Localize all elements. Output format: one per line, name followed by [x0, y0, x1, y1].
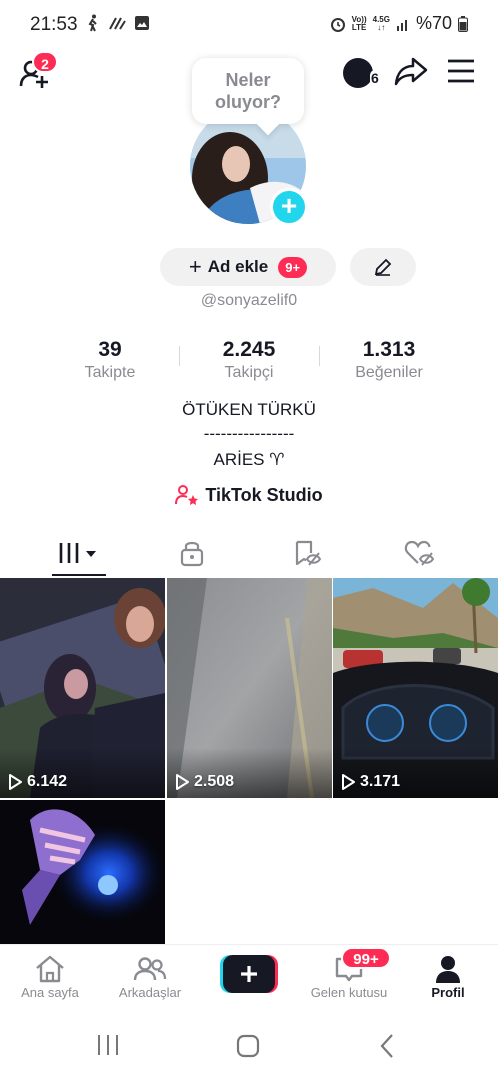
share-icon: [394, 57, 428, 86]
nav-friends[interactable]: Arkadaşlar: [100, 953, 200, 1000]
grid-videos-icon: [59, 543, 96, 563]
video-thumbnail-image: [0, 578, 165, 798]
now-count: 6: [370, 70, 380, 86]
home-icon: [36, 955, 64, 983]
bottom-navigation: Ana sayfa Arkadaşlar Gelen kutusu 99+ Pr…: [0, 944, 498, 1010]
back-chevron-icon: [380, 1034, 393, 1058]
alarm-icon: [330, 17, 345, 32]
nav-profile[interactable]: Profil: [398, 953, 498, 1000]
stat-followers[interactable]: 2.245 Takipçi: [179, 338, 319, 382]
back-button[interactable]: [378, 1033, 396, 1064]
tab-reposts[interactable]: [246, 530, 370, 576]
status-bar: 21:53 Vo)) LTE 4.5G ↓↑ %70: [0, 0, 498, 48]
inbox-badge: 99+: [341, 947, 391, 969]
friend-requests-badge: 2: [32, 51, 58, 73]
home-system-button[interactable]: [236, 1034, 260, 1063]
tiktok-studio-link[interactable]: TikTok Studio: [0, 484, 498, 506]
status-bubble[interactable]: Neler oluyor?: [192, 58, 304, 124]
friends-icon: [133, 957, 167, 981]
signal-icon: [396, 19, 407, 31]
video-thumbnail[interactable]: 6.142: [0, 578, 165, 798]
video-thumbnail-image: [333, 578, 498, 798]
bio-line: ARİES ♈: [213, 450, 285, 469]
battery-percent: %70: [415, 13, 452, 33]
wifi-calling-icon: [109, 17, 126, 30]
create-button[interactable]: [220, 955, 278, 993]
now-button[interactable]: 6: [342, 56, 380, 95]
video-thumbnail[interactable]: [0, 800, 165, 946]
gallery-icon: [135, 16, 149, 30]
add-name-badge: 9+: [278, 256, 308, 278]
view-count: 6.142: [8, 773, 67, 791]
bio-line: ÖTÜKEN TÜRKÜ: [182, 400, 316, 419]
plus-icon: +: [188, 254, 202, 279]
share-button[interactable]: [394, 56, 428, 91]
system-navigation: [0, 1018, 498, 1078]
view-count: 2.508: [175, 773, 234, 791]
nav-home[interactable]: Ana sayfa: [0, 953, 100, 1000]
video-thumbnail-image: [0, 800, 165, 946]
hamburger-menu-icon: [448, 59, 474, 83]
stat-likes[interactable]: 1.313 Beğeniler: [319, 338, 459, 382]
lock-icon: [180, 541, 204, 567]
tab-active-indicator: [52, 574, 106, 576]
add-avatar-button[interactable]: +: [270, 188, 308, 226]
status-time: 21:53: [30, 14, 78, 35]
menu-button[interactable]: [446, 58, 476, 89]
bookmark-hidden-icon: [295, 540, 322, 566]
tab-private[interactable]: [130, 530, 254, 576]
view-count: 3.171: [341, 773, 400, 791]
play-icon: [342, 774, 355, 790]
play-icon: [176, 774, 189, 790]
home-square-icon: [236, 1034, 260, 1058]
add-friend-button[interactable]: 2: [18, 51, 58, 95]
username: @sonyazelif0: [200, 292, 298, 309]
video-thumbnail[interactable]: 2.508: [167, 578, 332, 798]
stat-following[interactable]: 39 Takipte: [40, 338, 180, 382]
play-icon: [9, 774, 22, 790]
profile-tabs: [0, 530, 498, 576]
video-thumbnail[interactable]: 3.171: [333, 578, 498, 798]
nav-inbox[interactable]: Gelen kutusu 99+: [299, 947, 399, 1000]
video-thumbnail-image: [167, 578, 332, 798]
edit-profile-button[interactable]: [350, 248, 416, 286]
recent-apps-icon: [98, 1035, 118, 1055]
walking-icon: [88, 14, 97, 32]
bio-line: ----------------: [203, 424, 295, 443]
battery-icon: [458, 15, 468, 32]
create-plus-icon: [220, 955, 278, 993]
heart-hidden-icon: [404, 540, 435, 566]
pencil-icon: [374, 258, 392, 276]
recent-apps-button[interactable]: [96, 1034, 120, 1061]
creator-star-icon: [175, 485, 199, 505]
add-name-button[interactable]: + Ad ekle 9+: [160, 248, 336, 286]
profile-icon: [436, 956, 460, 983]
tab-liked[interactable]: [358, 530, 482, 576]
tab-videos[interactable]: [16, 530, 140, 576]
